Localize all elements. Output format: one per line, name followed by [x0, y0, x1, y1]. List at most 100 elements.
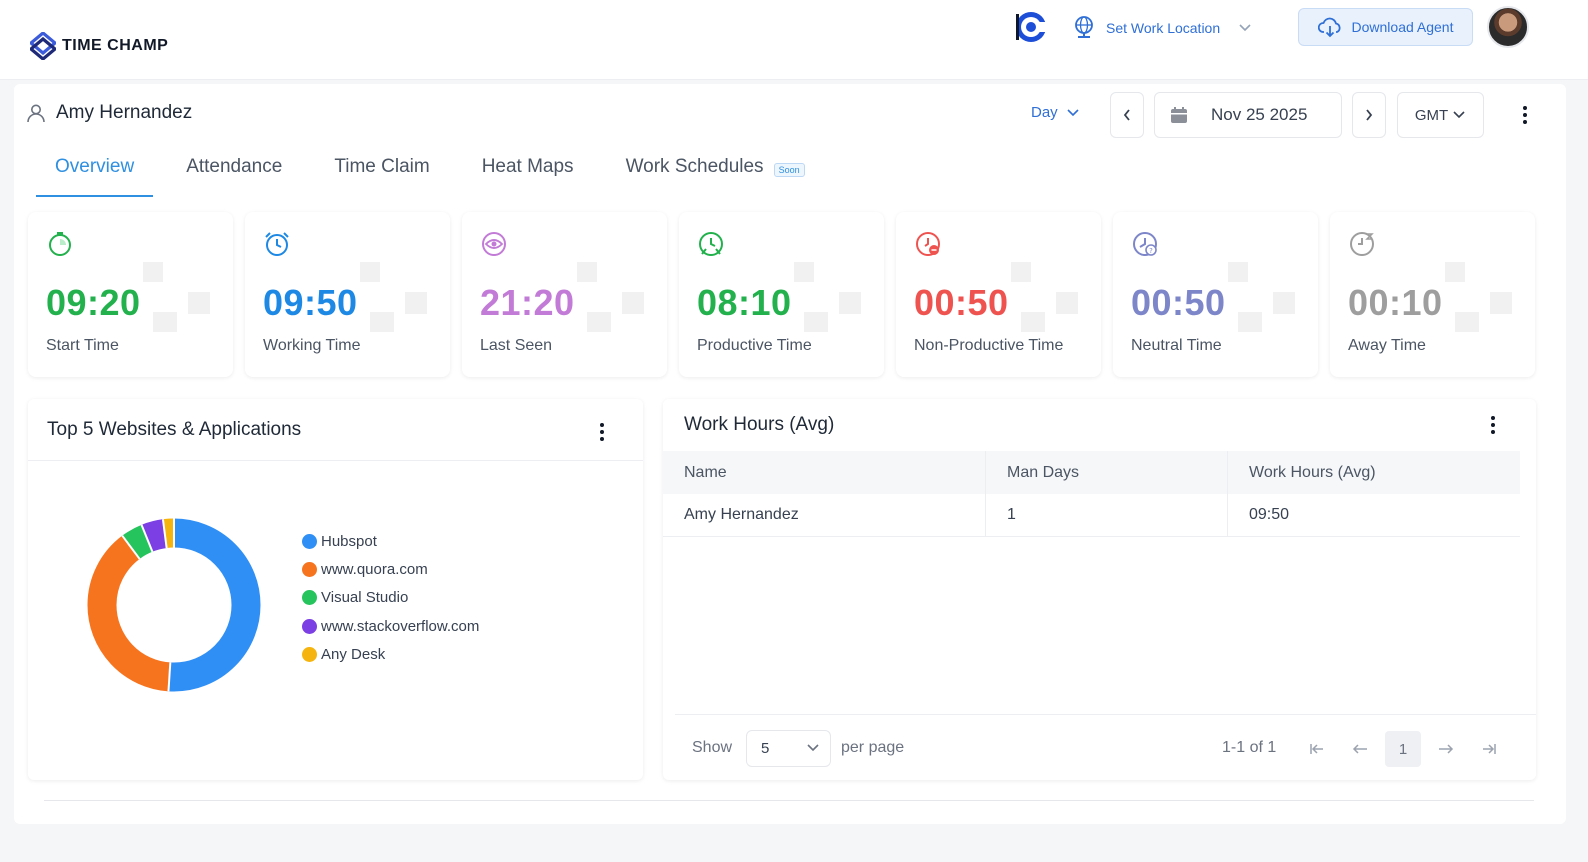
stat-value: 09:20 — [46, 282, 141, 323]
brand[interactable]: TIME CHAMP — [30, 32, 168, 60]
stat-card-neutral-time: ? 00:50 Neutral Time — [1113, 212, 1318, 377]
tab-work-schedules[interactable]: Work Schedules Soon — [607, 154, 824, 197]
tab-label: Time Claim — [334, 156, 430, 177]
download-agent-label: Download Agent — [1351, 19, 1454, 35]
cell-work-hours: 09:50 — [1249, 506, 1290, 523]
previous-date-button[interactable] — [1110, 92, 1144, 138]
chart-legend: Hubspot www.quora.com Visual Studio www.… — [302, 527, 479, 668]
stat-card-productive-time: 08:10 Productive Time — [679, 212, 884, 377]
legend-item[interactable]: Any Desk — [302, 640, 479, 668]
legend-item[interactable]: www.quora.com — [302, 555, 479, 583]
legend-dot — [302, 618, 317, 634]
stat-card-start-time: 09:20 Start Time — [28, 212, 233, 377]
legend-dot — [302, 590, 317, 606]
timezone-selector[interactable]: GMT — [1397, 92, 1484, 138]
column-header-man-days[interactable]: Man Days — [986, 451, 1228, 494]
work-hours-title: Work Hours (Avg) — [684, 414, 835, 435]
stat-card-working-time: 09:50 Working Time — [245, 212, 450, 377]
stat-label: Away Time — [1348, 337, 1426, 354]
stat-value: 00:10 — [1348, 282, 1443, 323]
set-work-location-label: Set Work Location — [1106, 20, 1221, 36]
ext-logo-icon[interactable] — [1014, 10, 1048, 44]
legend-dot — [302, 646, 317, 662]
tab-label: Attendance — [186, 156, 283, 177]
next-page-button[interactable] — [1428, 731, 1464, 767]
range-selector[interactable]: Day — [1031, 104, 1080, 121]
first-page-button[interactable] — [1299, 731, 1335, 767]
previous-page-button[interactable] — [1342, 731, 1378, 767]
websites-donut-chart[interactable] — [86, 517, 262, 693]
date-picker[interactable]: Nov 25 2025 — [1154, 92, 1342, 138]
stat-value: 00:50 — [1131, 282, 1226, 323]
chevron-down-icon — [1067, 108, 1079, 116]
avatar[interactable] — [1487, 6, 1529, 48]
legend-label: Hubspot — [321, 532, 377, 550]
user-name: Amy Hernandez — [56, 102, 193, 123]
websites-more-icon[interactable] — [592, 420, 612, 444]
table-header: Name Man Days Work Hours (Avg) — [663, 451, 1520, 494]
stat-label: Working Time — [263, 337, 361, 354]
show-label: Show — [692, 739, 733, 756]
stat-label: Start Time — [46, 337, 119, 354]
chevron-left-icon — [1123, 109, 1130, 121]
legend-label: www.quora.com — [321, 560, 428, 578]
svg-text:?: ? — [1149, 247, 1153, 255]
stat-card-last-seen: 21:20 Last Seen — [462, 212, 667, 377]
timer-icon — [49, 232, 71, 256]
chevron-down-icon — [1453, 111, 1465, 119]
stat-card-non-productive-time: 00:50 Non-Productive Time — [896, 212, 1101, 377]
chevron-down-icon — [807, 744, 819, 752]
timezone-value: GMT — [1414, 106, 1449, 124]
legend-item[interactable]: www.stackoverflow.com — [302, 612, 479, 640]
chevron-right-icon — [1366, 109, 1373, 121]
time-champ-logo-icon — [30, 32, 56, 60]
per-page-label: per page — [841, 739, 905, 756]
stat-value: 09:50 — [263, 282, 358, 323]
away-icon — [1350, 232, 1374, 256]
tab-label: Heat Maps — [481, 156, 574, 177]
tab-heat-maps[interactable]: Heat Maps — [463, 154, 593, 197]
stat-label: Productive Time — [697, 337, 812, 354]
work-hours-table: Name Man Days Work Hours (Avg) Amy Herna… — [663, 451, 1520, 537]
arrow-left-icon — [1352, 744, 1367, 754]
page-1-button[interactable]: 1 — [1385, 731, 1421, 767]
page-range: 1-1 of 1 — [1222, 739, 1277, 756]
stat-cards: 09:20 Start Time 09:50 Working Time 21:2… — [28, 212, 1538, 377]
stat-value: 08:10 — [697, 282, 792, 323]
neutral-icon: ? — [1133, 232, 1157, 256]
page-number: 1 — [1398, 740, 1408, 758]
alarm-clock-icon — [265, 232, 289, 256]
calendar-icon — [1171, 107, 1187, 123]
set-work-location[interactable]: Set Work Location — [1072, 14, 1252, 42]
work-hours-more-icon[interactable] — [1483, 413, 1503, 437]
header-more-icon[interactable] — [1515, 103, 1535, 127]
non-productive-icon — [916, 232, 940, 256]
top-websites-title: Top 5 Websites & Applications — [47, 419, 302, 440]
legend-label: Any Desk — [321, 645, 386, 663]
stat-value: 00:50 — [914, 282, 1009, 323]
download-agent-button[interactable]: Download Agent — [1298, 8, 1473, 46]
tab-bar: Overview Attendance Time Claim Heat Maps… — [36, 154, 838, 197]
column-header-work-hours[interactable]: Work Hours (Avg) — [1228, 451, 1520, 494]
arrow-right-icon — [1439, 744, 1454, 754]
legend-item[interactable]: Hubspot — [302, 527, 479, 555]
legend-dot — [302, 561, 317, 577]
brand-name: TIME CHAMP — [62, 37, 169, 54]
eye-clock-icon — [482, 232, 506, 256]
next-date-button[interactable] — [1352, 92, 1386, 138]
cloud-download-icon — [1317, 17, 1341, 38]
last-page-button[interactable] — [1471, 731, 1507, 767]
tab-time-claim[interactable]: Time Claim — [315, 154, 448, 197]
work-hours-card: Work Hours (Avg) Name Man Days Work Hour… — [663, 399, 1536, 780]
tab-attendance[interactable]: Attendance — [167, 154, 301, 197]
per-page-select[interactable]: 5 — [746, 730, 831, 767]
soon-badge: Soon — [773, 163, 805, 177]
cell-name: Amy Hernandez — [663, 494, 986, 536]
user-icon — [27, 104, 45, 123]
user-header: Amy Hernandez — [26, 102, 192, 124]
stat-label: Neutral Time — [1131, 337, 1222, 354]
table-row[interactable]: Amy Hernandez 1 09:50 — [663, 494, 1520, 537]
legend-item[interactable]: Visual Studio — [302, 584, 479, 612]
tab-overview[interactable]: Overview — [36, 154, 154, 197]
column-header-name[interactable]: Name — [663, 451, 986, 494]
